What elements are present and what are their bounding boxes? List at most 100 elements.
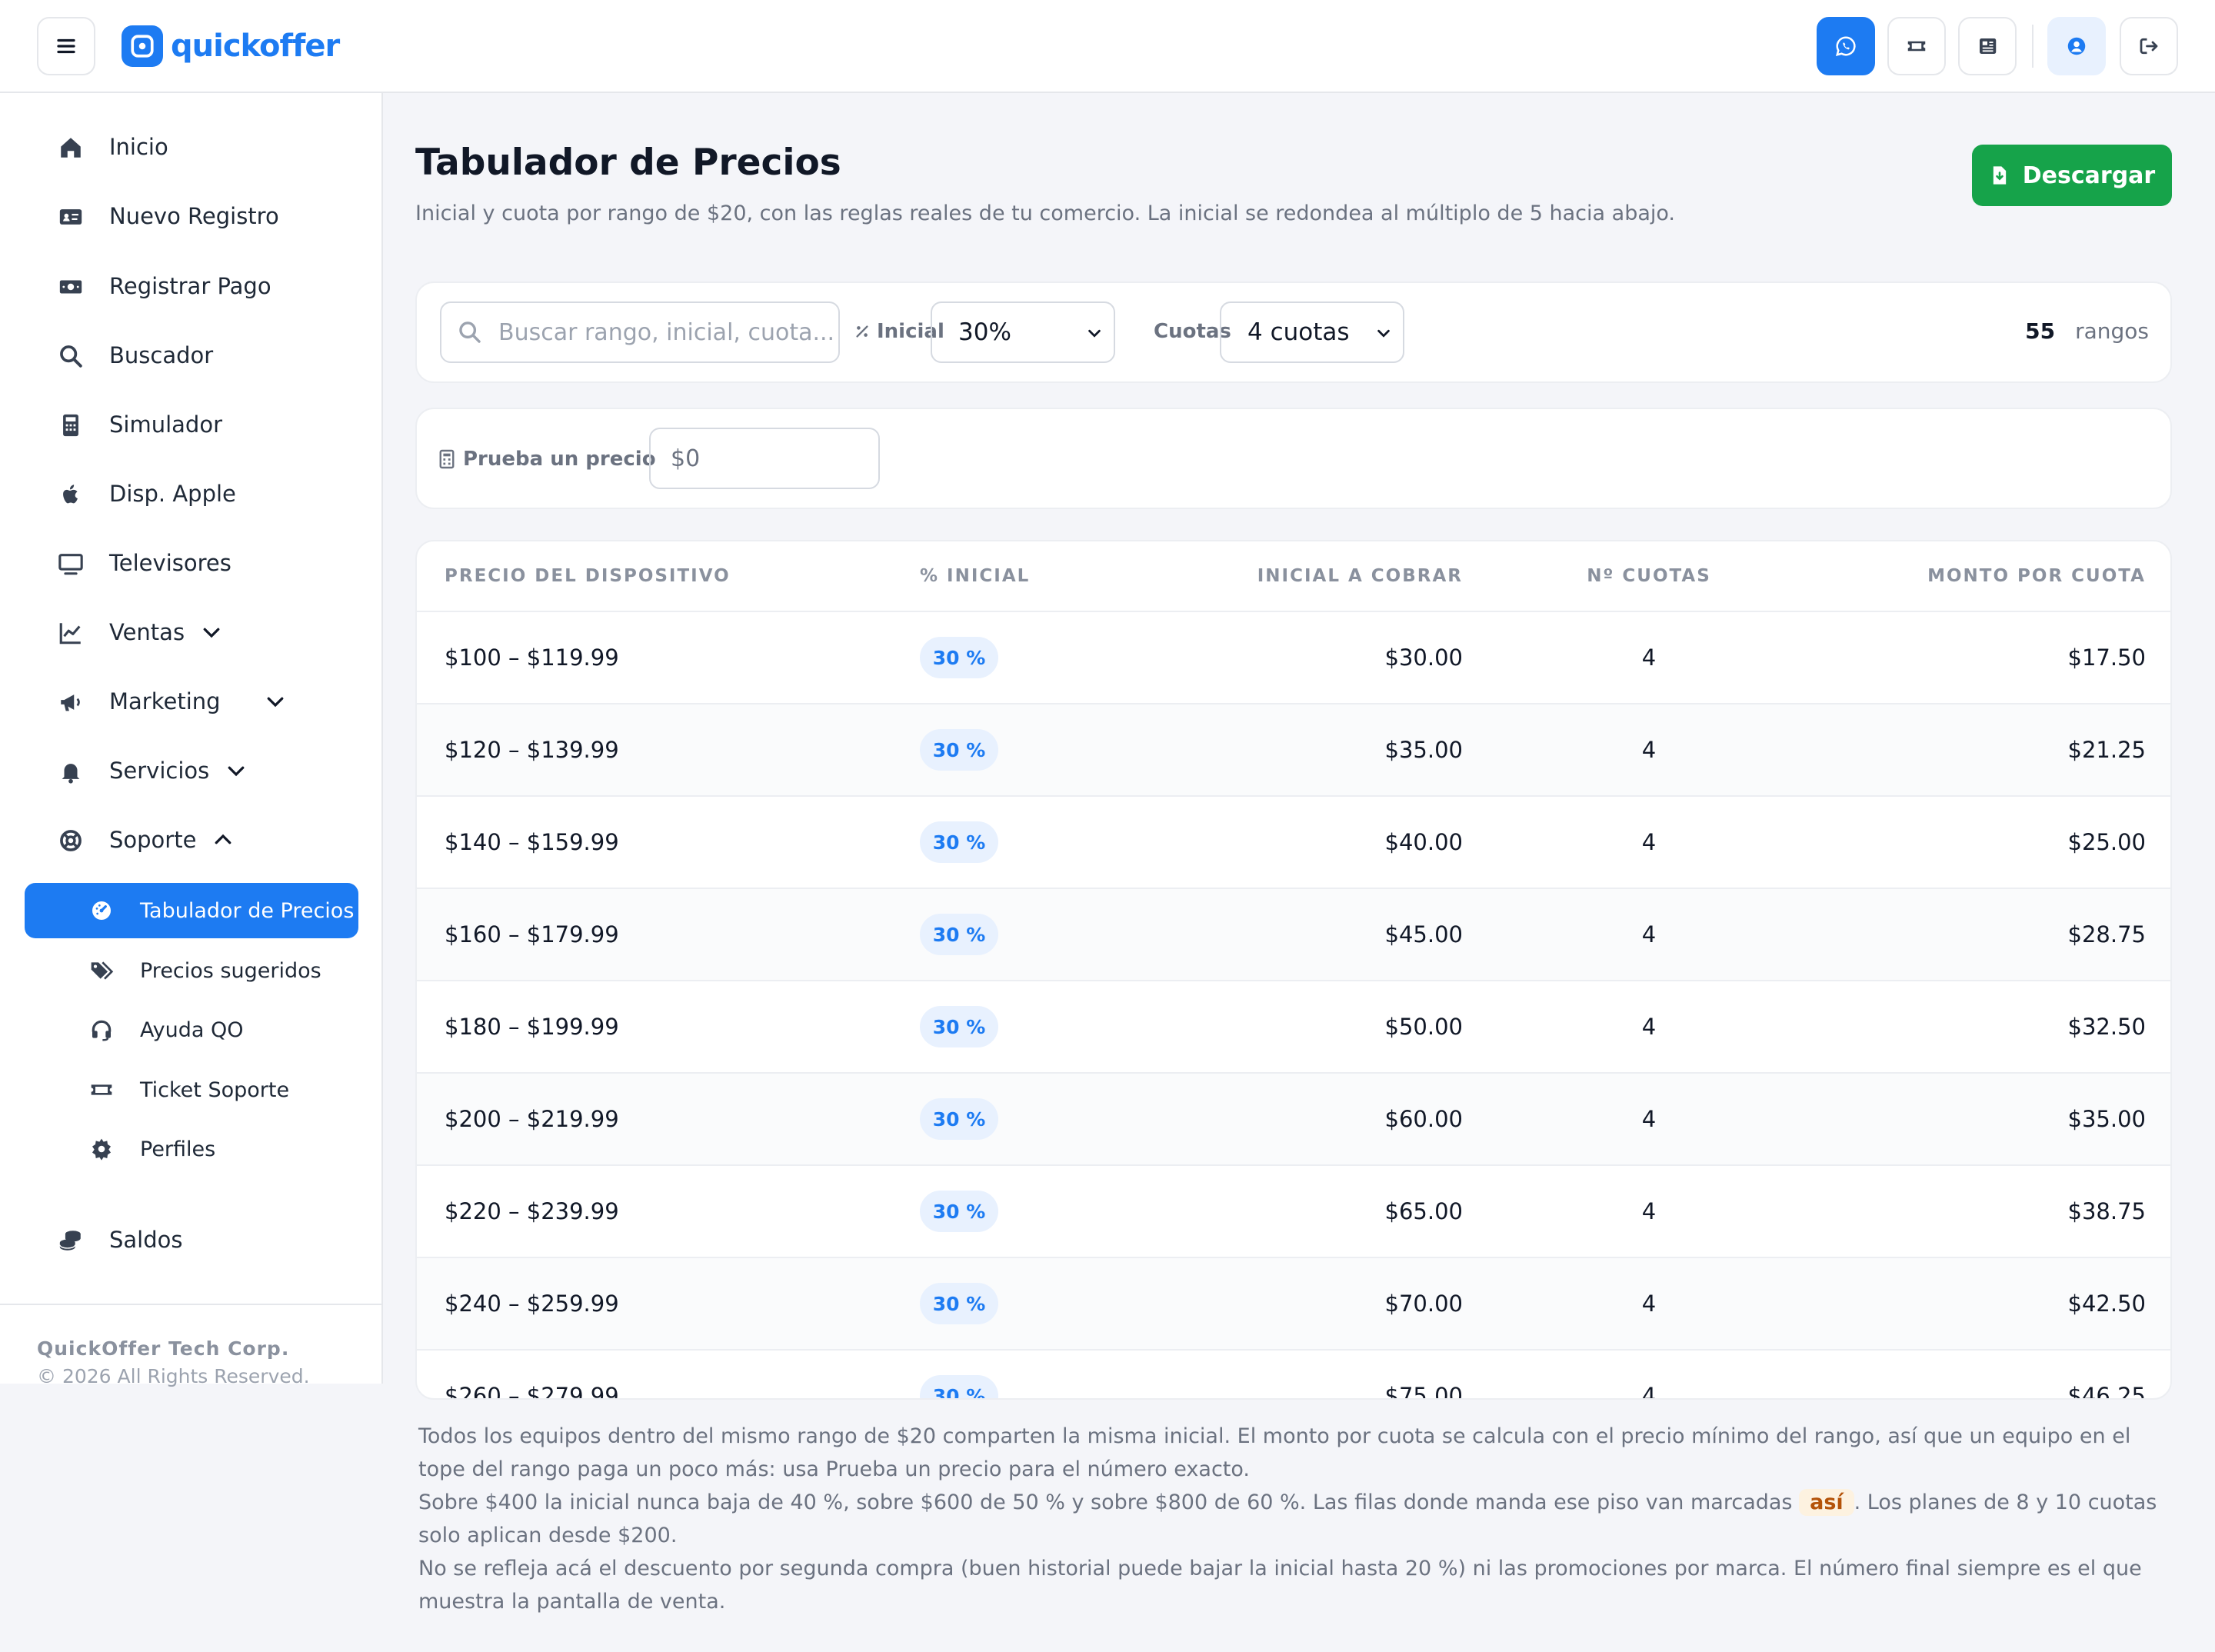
news-button[interactable] bbox=[1958, 17, 2017, 75]
cell-quota-amount: $38.75 bbox=[2067, 1198, 2146, 1224]
bell-icon bbox=[55, 759, 86, 784]
initial-percent-badge: 30 % bbox=[920, 1191, 998, 1232]
tv-icon bbox=[55, 551, 86, 576]
headset-icon bbox=[88, 1018, 115, 1042]
newspaper-icon bbox=[1980, 38, 1997, 54]
col-header-quota-amount: MONTO POR CUOTA bbox=[1927, 566, 2146, 586]
sidebar-item-nuevo-registro[interactable]: Nuevo Registro bbox=[25, 189, 358, 243]
cell-quotas: 4 bbox=[1641, 921, 1657, 948]
chart-line-icon bbox=[55, 621, 86, 645]
price-table: PRECIO DEL DISPOSITIVO % INICIAL INICIAL… bbox=[415, 540, 2172, 1400]
initial-percent-badge: 30 % bbox=[920, 1006, 998, 1047]
chevron-up-icon bbox=[215, 834, 231, 844]
ticket-button[interactable] bbox=[1887, 17, 1946, 75]
sidebar-divider bbox=[0, 1304, 381, 1305]
cell-initial-amount: $75.00 bbox=[1384, 1383, 1463, 1400]
tags-icon bbox=[88, 958, 115, 983]
cell-initial-amount: $60.00 bbox=[1384, 1106, 1463, 1132]
app-logo[interactable]: quickoffer bbox=[122, 23, 340, 69]
search-input[interactable]: Buscar rango, inicial, cuota... bbox=[440, 301, 840, 363]
quotas-select[interactable]: 4 cuotas bbox=[1220, 301, 1404, 363]
download-button[interactable]: Descargar bbox=[1972, 145, 2172, 206]
table-row[interactable]: $240 – $259.99 30 % $70.00 4 $42.50 bbox=[417, 1258, 2170, 1351]
profile-button[interactable] bbox=[2047, 17, 2106, 75]
hamburger-icon bbox=[57, 38, 75, 54]
sidebar-item-inicio[interactable]: Inicio bbox=[25, 120, 358, 174]
whatsapp-icon bbox=[1835, 36, 1856, 57]
table-row[interactable]: $140 – $159.99 30 % $40.00 4 $25.00 bbox=[417, 797, 2170, 889]
cell-price-range: $220 – $239.99 bbox=[445, 1198, 619, 1224]
cell-quota-amount: $25.00 bbox=[2067, 829, 2146, 855]
chevron-down-icon bbox=[1377, 329, 1390, 338]
test-price-label: Prueba un precio bbox=[438, 448, 656, 471]
page-title: Tabulador de Precios bbox=[415, 142, 841, 184]
initial-percent-badge: 30 % bbox=[920, 1283, 998, 1324]
sidebar-item-disp-apple[interactable]: Disp. Apple bbox=[25, 467, 358, 521]
sidebar-subitem-precios-sugeridos[interactable]: Precios sugeridos bbox=[25, 943, 358, 998]
calculator-icon bbox=[439, 449, 455, 469]
chevron-down-icon bbox=[1088, 329, 1101, 338]
cell-quota-amount: $46.25 bbox=[2067, 1383, 2146, 1400]
whatsapp-button[interactable] bbox=[1817, 17, 1875, 75]
download-label: Descargar bbox=[2022, 162, 2156, 189]
note-line-3: No se refleja acá el descuento por segun… bbox=[418, 1557, 2142, 1614]
sidebar-item-saldos[interactable]: Saldos bbox=[25, 1213, 358, 1267]
menu-toggle-button[interactable] bbox=[37, 17, 95, 75]
calculator-icon bbox=[55, 413, 86, 438]
search-placeholder: Buscar rango, inicial, cuota... bbox=[498, 318, 835, 346]
table-row[interactable]: $120 – $139.99 30 % $35.00 4 $21.25 bbox=[417, 704, 2170, 797]
top-header: quickoffer bbox=[0, 0, 2215, 93]
sidebar-item-soporte[interactable]: Soporte bbox=[25, 813, 358, 867]
col-header-price: PRECIO DEL DISPOSITIVO bbox=[445, 566, 731, 586]
home-icon bbox=[55, 135, 86, 160]
sidebar-item-buscador[interactable]: Buscador bbox=[25, 328, 358, 382]
test-price-input[interactable]: $0 bbox=[649, 428, 880, 489]
logo-mark-icon bbox=[122, 25, 163, 67]
test-price-bar: Prueba un precio $0 bbox=[415, 408, 2172, 509]
initial-select[interactable]: 30% bbox=[931, 301, 1115, 363]
sidebar-subitem-perfiles[interactable]: Perfiles bbox=[25, 1121, 358, 1177]
file-download-icon bbox=[1993, 166, 2006, 185]
note-line-2: Sobre $400 la inicial nunca baja de 40 %… bbox=[418, 1489, 2157, 1547]
initial-percent-badge: 30 % bbox=[920, 637, 998, 678]
header-divider bbox=[2032, 25, 2033, 68]
sidebar-subitem-tabulador-de-precios[interactable]: Tabulador de Precios bbox=[25, 883, 358, 938]
sidebar-item-servicios[interactable]: Servicios bbox=[25, 744, 358, 798]
initial-percent-badge: 30 % bbox=[920, 821, 998, 863]
logout-button[interactable] bbox=[2120, 17, 2178, 75]
gear-icon bbox=[88, 1137, 115, 1161]
lifebuoy-icon bbox=[55, 828, 86, 853]
table-row[interactable]: $180 – $199.99 30 % $50.00 4 $32.50 bbox=[417, 981, 2170, 1074]
range-count-value: 55 bbox=[2025, 318, 2056, 344]
cell-quota-amount: $28.75 bbox=[2067, 921, 2146, 948]
coins-icon bbox=[55, 1228, 86, 1253]
note-line-1: Todos los equipos dentro del mismo rango… bbox=[418, 1424, 2131, 1481]
initial-percent-badge: 30 % bbox=[920, 1375, 998, 1398]
range-count: 55 rangos bbox=[2025, 318, 2149, 344]
table-row[interactable]: $100 – $119.99 30 % $30.00 4 $17.50 bbox=[417, 612, 2170, 704]
table-row[interactable]: $160 – $179.99 30 % $45.00 4 $28.75 bbox=[417, 889, 2170, 981]
sidebar-subitem-ticket-soporte[interactable]: Ticket Soporte bbox=[25, 1062, 358, 1117]
sidebar-item-marketing[interactable]: Marketing bbox=[25, 674, 358, 728]
cell-quotas: 4 bbox=[1641, 1291, 1657, 1317]
table-row[interactable]: $220 – $239.99 30 % $65.00 4 $38.75 bbox=[417, 1166, 2170, 1258]
cell-price-range: $240 – $259.99 bbox=[445, 1291, 619, 1317]
sidebar-item-simulador[interactable]: Simulador bbox=[25, 398, 358, 451]
user-circle-icon bbox=[2067, 37, 2086, 55]
cell-quotas: 4 bbox=[1641, 1106, 1657, 1132]
copyright-text: © 2026 All Rights Reserved. bbox=[37, 1365, 310, 1387]
table-notes: Todos los equipos dentro del mismo rango… bbox=[418, 1420, 2180, 1618]
col-header-initial-amount: INICIAL A COBRAR bbox=[1257, 566, 1463, 586]
cell-price-range: $160 – $179.99 bbox=[445, 921, 619, 948]
sidebar-item-registrar-pago[interactable]: Registrar Pago bbox=[25, 259, 358, 313]
table-row[interactable]: $200 – $219.99 30 % $60.00 4 $35.00 bbox=[417, 1074, 2170, 1166]
sidebar: Inicio Nuevo Registro Registrar Pago Bus… bbox=[0, 93, 383, 1387]
cell-quotas: 4 bbox=[1641, 1014, 1657, 1040]
cell-quota-amount: $17.50 bbox=[2067, 644, 2146, 671]
cell-initial-amount: $35.00 bbox=[1384, 737, 1463, 763]
table-row[interactable]: $260 – $279.99 30 % $75.00 4 $46.25 bbox=[417, 1351, 2170, 1400]
sidebar-item-televisores[interactable]: Televisores bbox=[25, 536, 358, 590]
sidebar-item-ventas[interactable]: Ventas bbox=[25, 605, 358, 659]
sidebar-subitem-ayuda-qo[interactable]: Ayuda QO bbox=[25, 1002, 358, 1057]
cell-initial-amount: $45.00 bbox=[1384, 921, 1463, 948]
